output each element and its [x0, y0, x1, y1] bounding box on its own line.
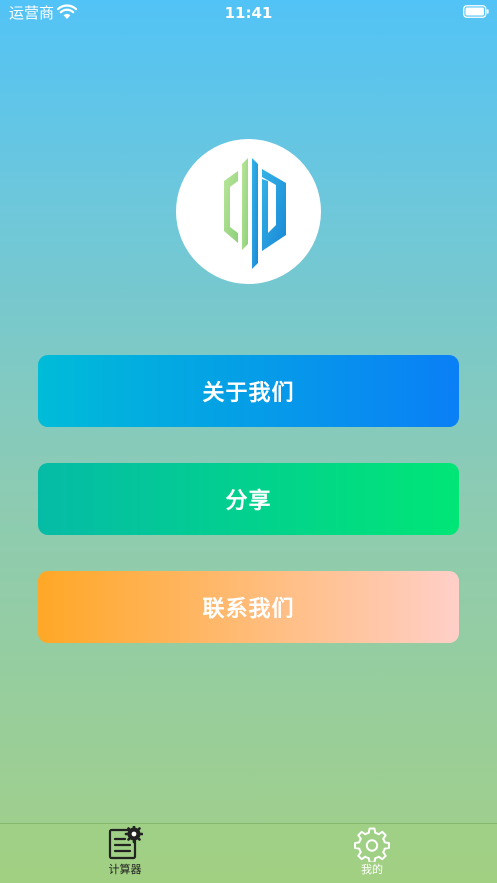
contact-us-button[interactable]: 联系我们	[38, 571, 459, 643]
logo-mark-icon	[224, 158, 286, 269]
tab-mine-label: 我的	[361, 863, 383, 876]
tab-calculator[interactable]: 计算器	[65, 826, 185, 882]
calculator-gear-icon	[108, 826, 143, 860]
about-us-button[interactable]: 关于我们	[38, 355, 459, 427]
share-label: 分享	[225, 489, 272, 514]
tab-bar: 计算器 我的	[0, 823, 497, 883]
share-button[interactable]: 分享	[38, 463, 459, 535]
status-time: 11:41	[224, 4, 273, 22]
status-bar: 运营商 11:41	[0, 0, 497, 26]
gear-icon	[354, 827, 390, 862]
about-us-label: 关于我们	[202, 381, 295, 406]
app-logo	[176, 139, 321, 284]
battery-icon	[463, 5, 489, 18]
tab-mine[interactable]: 我的	[312, 826, 432, 882]
screen: 运营商 11:41 关于我们 分享 联系我们 计算器 我的	[0, 0, 497, 883]
tab-calculator-label: 计算器	[108, 863, 142, 876]
contact-us-label: 联系我们	[202, 597, 295, 622]
